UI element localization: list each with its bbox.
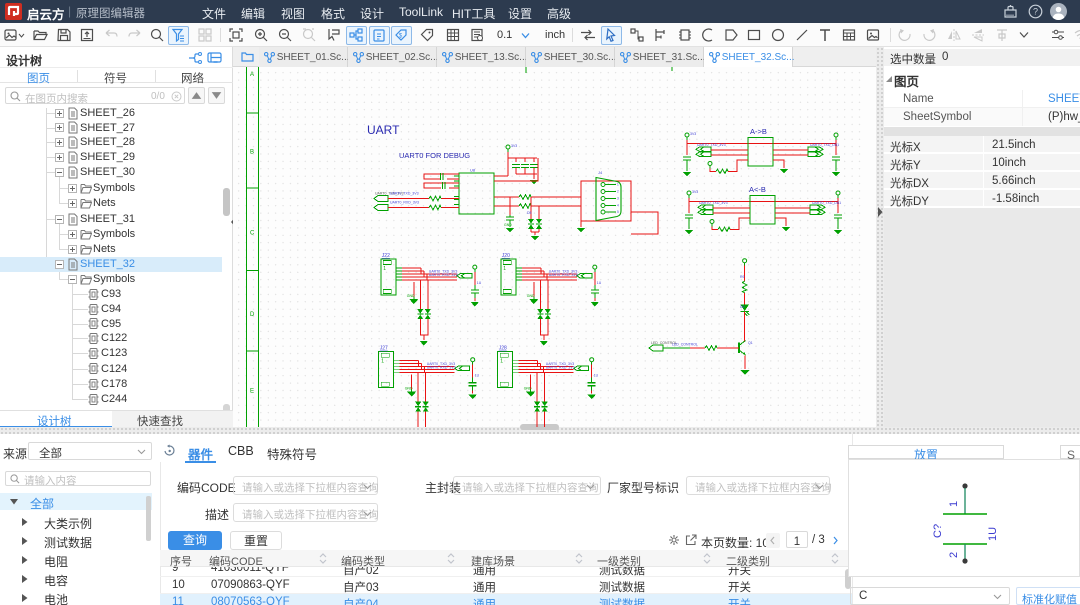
svg-text:LED_CONTROL: LED_CONTROL — [672, 343, 698, 347]
svg-text:R9: R9 — [740, 275, 745, 279]
svg-text:?: ? — [1033, 7, 1038, 17]
svg-text:UART: UART — [367, 123, 400, 137]
svg-text:J4: J4 — [598, 170, 603, 175]
svg-text:3: 3 — [617, 197, 619, 201]
svg-text:J20: J20 — [502, 253, 510, 259]
svg-text:A<-B: A<-B — [749, 185, 766, 194]
svg-text:A->B: A->B — [750, 127, 767, 136]
svg-text:A: A — [250, 72, 254, 78]
svg-text:1U: 1U — [987, 527, 999, 541]
svg-text:UART0 FOR DEBUG: UART0 FOR DEBUG — [399, 151, 470, 160]
svg-text:B: B — [250, 150, 254, 156]
svg-text:2: 2 — [948, 552, 960, 558]
svg-text:J28: J28 — [499, 346, 507, 352]
svg-text:GND: GND — [504, 223, 512, 227]
svg-text:C?: C? — [932, 524, 944, 538]
svg-text:5: 5 — [617, 210, 619, 214]
svg-text:D5: D5 — [527, 211, 532, 215]
svg-text:Q1: Q1 — [748, 341, 753, 345]
svg-text:UART0_TXD_3V3: UART0_TXD_3V3 — [390, 192, 419, 196]
svg-text:UART0_RXD_3V3: UART0_RXD_3V3 — [390, 201, 419, 205]
svg-text:J27: J27 — [380, 346, 388, 352]
svg-text:4: 4 — [617, 204, 619, 208]
svg-text:D: D — [250, 312, 255, 318]
svg-text:U8: U8 — [470, 168, 476, 173]
svg-text:D9: D9 — [740, 305, 745, 309]
svg-text:3V3: 3V3 — [511, 144, 517, 148]
svg-text:1: 1 — [948, 501, 960, 507]
svg-text:C: C — [250, 231, 255, 237]
svg-text:E: E — [250, 389, 254, 395]
svg-text:J22: J22 — [382, 253, 390, 259]
svg-text:2: 2 — [617, 190, 619, 194]
svg-text:1: 1 — [617, 183, 619, 187]
